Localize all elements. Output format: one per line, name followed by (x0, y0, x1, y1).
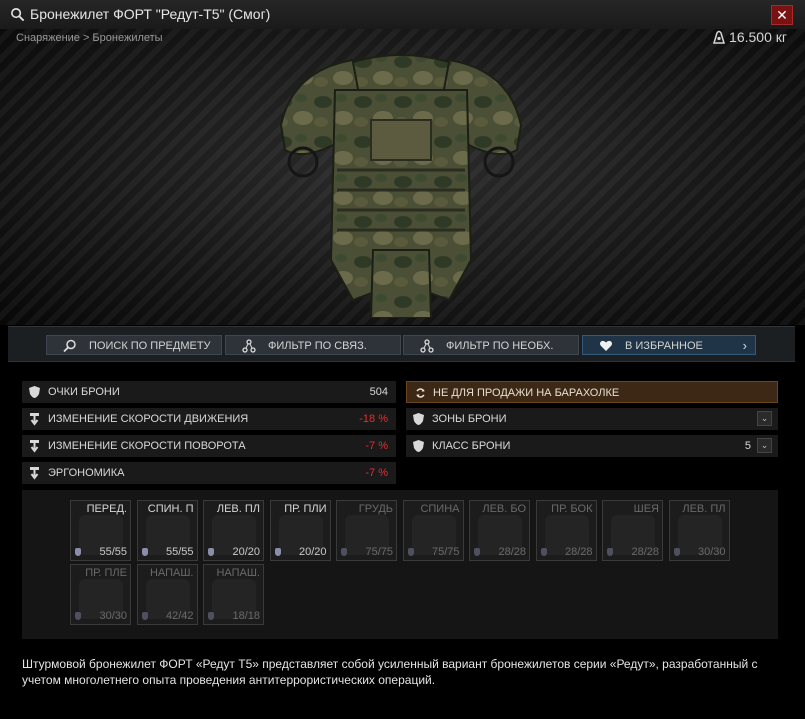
armor-zone-name: ПЕРЕД. (86, 503, 127, 515)
not-for-sale-badge: НЕ ДЛЯ ПРОДАЖИ НА БАРАХОЛКЕ (406, 381, 778, 403)
durability-icon (208, 548, 214, 556)
no-trade-icon (416, 388, 425, 398)
armor-zone-slot[interactable]: ШЕЯ 28/28 (602, 500, 663, 561)
armor-zone-slot[interactable]: ЛЕВ. ПЛ 20/20 (203, 500, 264, 561)
item-weight-value: 16.500 кг (729, 29, 787, 45)
chevron-down-icon[interactable]: ⌄ (757, 438, 772, 453)
stat-turn-speed: Изменение скорости поворота -7 % (22, 435, 396, 457)
ergonomics-icon (30, 467, 39, 480)
armor-zone-name: НАПАШ. (216, 567, 260, 579)
durability-icon (407, 548, 414, 556)
weight-icon (713, 30, 726, 44)
armor-zone-durability: 30/30 (697, 546, 726, 558)
turn-icon (30, 440, 39, 453)
armor-zone-durability: 28/28 (631, 546, 659, 558)
armor-zone-slot[interactable]: СПИН. П 55/55 (136, 500, 198, 561)
armor-zone-durability: 75/75 (431, 546, 460, 558)
heart-icon (599, 340, 613, 351)
armor-zone-durability: 55/55 (99, 546, 127, 558)
armor-zone-durability: 20/20 (232, 546, 260, 558)
durability-icon (474, 548, 480, 556)
armor-zone-slot[interactable]: ГРУДЬ 75/75 (336, 500, 397, 561)
armor-zone-slot[interactable]: ЛЕВ. БО 28/28 (469, 500, 530, 561)
speed-icon (30, 413, 39, 426)
armor-zone-slot[interactable]: НАПАШ. 42/42 (136, 564, 198, 625)
action-bar: ПОИСК ПО ПРЕДМЕТУ ФИЛЬТР ПО СВЯЗ. ФИЛЬТР… (8, 326, 795, 362)
stat-move-speed: Изменение скорости движения -18 % (22, 408, 396, 430)
armor-zone-name: НАПАШ. (149, 567, 194, 579)
durability-icon (341, 548, 347, 556)
magnifier-icon (63, 339, 76, 353)
armor-zone-durability: 20/20 (298, 546, 327, 558)
armor-class-value: 5 (744, 440, 751, 452)
armor-zone-name: ПР. ПЛЕ (85, 567, 127, 579)
chevron-down-icon[interactable]: ⌄ (757, 411, 772, 426)
durability-icon (607, 548, 613, 556)
search-icon (11, 8, 25, 22)
armor-zone-durability: 18/18 (232, 610, 260, 622)
search-by-item-button[interactable]: ПОИСК ПО ПРЕДМЕТУ (46, 335, 222, 355)
armor-zone-durability: 30/30 (99, 610, 127, 622)
armor-zone-durability: 28/28 (498, 546, 526, 558)
armor-zone-name: ЛЕВ. ПЛ (216, 503, 260, 515)
stat-armor-points: Очки брони 504 (22, 381, 396, 403)
durability-icon (141, 612, 148, 620)
armor-zone-slot[interactable]: ПР. ПЛЕ 30/30 (70, 564, 131, 625)
armor-zone-slot[interactable]: НАПАШ. 18/18 (203, 564, 264, 625)
durability-icon (141, 548, 148, 556)
add-to-favorites-button[interactable]: В ИЗБРАННОЕ › (582, 335, 756, 355)
armor-zone-slot[interactable]: ПР. БОК 28/28 (535, 500, 597, 561)
shield-icon (413, 413, 424, 425)
armor-zone-name: СПИН. П (147, 503, 194, 515)
armor-zone-name: ПР. БОК (551, 503, 593, 515)
armor-zone-name: ЛЕВ. БО (482, 503, 526, 515)
armor-zones-row[interactable]: ЗОНЫ БРОНИ ⌄ (406, 408, 778, 430)
durability-icon (673, 548, 680, 556)
window-titlebar: Бронежилет ФОРТ "Редут-Т5" (Смог) ✕ (0, 0, 805, 30)
armor-zone-slot[interactable]: ПЕРЕД. 55/55 (70, 500, 131, 561)
durability-icon (540, 548, 547, 556)
item-description: Штурмовой бронежилет ФОРТ «Редут Т5» пре… (22, 657, 758, 687)
stat-ergonomics: Эргономика -7 % (22, 462, 396, 484)
filter-by-linked-button[interactable]: ФИЛЬТР ПО СВЯЗ. (225, 335, 401, 355)
breadcrumb: Снаряжение > Бронежилеты (16, 32, 163, 44)
durability-icon (274, 548, 281, 556)
armor-vest-image (279, 54, 523, 318)
durability-icon (75, 612, 81, 620)
nodes-icon (420, 339, 434, 353)
armor-zone-name: ГРУДЬ (358, 503, 393, 515)
armor-zone-slot[interactable]: ЛЕВ. ПЛ 30/30 (668, 500, 730, 561)
armor-zones-panel: ПЕРЕД. 55/55 СПИН. П 55/55 ЛЕВ. ПЛ 20/20 ПР. П… (22, 490, 778, 639)
armor-zone-slot[interactable]: СПИНА 75/75 (402, 500, 464, 561)
armor-zone-name: ШЕЯ (633, 503, 659, 515)
durability-icon (208, 612, 214, 620)
armor-zone-slot[interactable]: ПР. ПЛИ 20/20 (269, 500, 331, 561)
armor-zone-name: ЛЕВ. ПЛ (682, 503, 726, 515)
chevron-right-icon: › (742, 338, 747, 353)
durability-icon (75, 548, 81, 556)
item-weight: 16.500 кг (713, 29, 787, 45)
close-button[interactable]: ✕ (771, 5, 793, 25)
window-title: Бронежилет ФОРТ "Редут-Т5" (Смог) (30, 6, 271, 22)
armor-zone-name: ПР. ПЛИ (284, 503, 327, 515)
shield-icon (29, 386, 40, 398)
armor-zone-durability: 75/75 (365, 546, 393, 558)
close-icon: ✕ (776, 7, 788, 23)
armor-zone-durability: 28/28 (564, 546, 593, 558)
armor-zone-durability: 55/55 (165, 546, 194, 558)
shield-icon (413, 440, 424, 452)
item-preview: Снаряжение > Бронежилеты 16.500 кг (0, 29, 805, 325)
nodes-icon (242, 339, 256, 353)
armor-zone-name: СПИНА (420, 503, 460, 515)
filter-by-required-button[interactable]: ФИЛЬТР ПО НЕОБХ. (403, 335, 579, 355)
armor-zone-durability: 42/42 (165, 610, 194, 622)
armor-class-row[interactable]: КЛАСС БРОНИ 5 ⌄ (406, 435, 778, 457)
